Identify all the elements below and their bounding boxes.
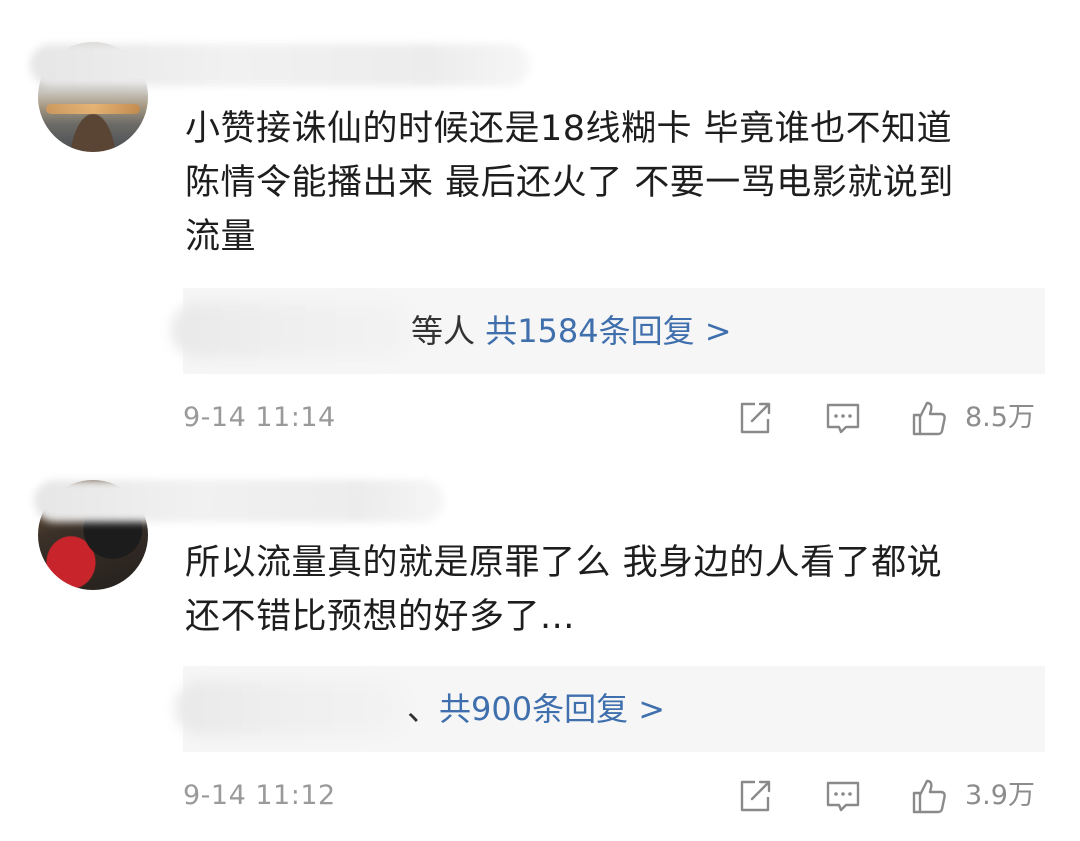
- thumbs-up-icon[interactable]: [909, 776, 949, 816]
- username-blurred[interactable]: [34, 480, 444, 522]
- reply-users-suffix: 、: [407, 690, 440, 728]
- like-count: 8.5万: [965, 402, 1035, 433]
- reply-users-blurred: [175, 680, 405, 736]
- share-icon[interactable]: [735, 398, 775, 438]
- comment-meta: 9-14 11:14 8.5万: [183, 398, 1045, 438]
- like-count: 3.9万: [965, 780, 1035, 811]
- comment-item: 小赞接诛仙的时候还是18线糊卡 毕竟谁也不知道 陈情令能播出来 最后还火了 不要…: [0, 0, 1080, 460]
- thumbs-up-icon[interactable]: [909, 398, 949, 438]
- comment-text: 所以流量真的就是原罪了么 我身边的人看了都说 还不错比预想的好多了...: [185, 543, 943, 637]
- comment-icon[interactable]: [823, 776, 863, 816]
- comment-text: 小赞接诛仙的时候还是18线糊卡 毕竟谁也不知道 陈情令能播出来 最后还火了 不要…: [185, 109, 954, 257]
- reply-preview[interactable]: 、共900条回复 >: [175, 666, 1045, 752]
- reply-count-link[interactable]: 共900条回复 >: [439, 690, 665, 728]
- comment-meta: 9-14 11:12 3.9万: [183, 776, 1045, 816]
- username-blurred[interactable]: [30, 44, 530, 86]
- share-icon[interactable]: [735, 776, 775, 816]
- timestamp: 9-14 11:12: [183, 780, 336, 811]
- comment-icon[interactable]: [823, 398, 863, 438]
- comment-item: 所以流量真的就是原罪了么 我身边的人看了都说 还不错比预想的好多了... 、共9…: [0, 460, 1080, 841]
- reply-users-suffix: 等人: [411, 312, 476, 350]
- timestamp: 9-14 11:14: [183, 402, 336, 433]
- reply-preview[interactable]: 等人 共1584条回复 >: [171, 288, 1045, 374]
- reply-count-link[interactable]: 共1584条回复 >: [485, 312, 731, 350]
- reply-users-blurred: [171, 302, 411, 358]
